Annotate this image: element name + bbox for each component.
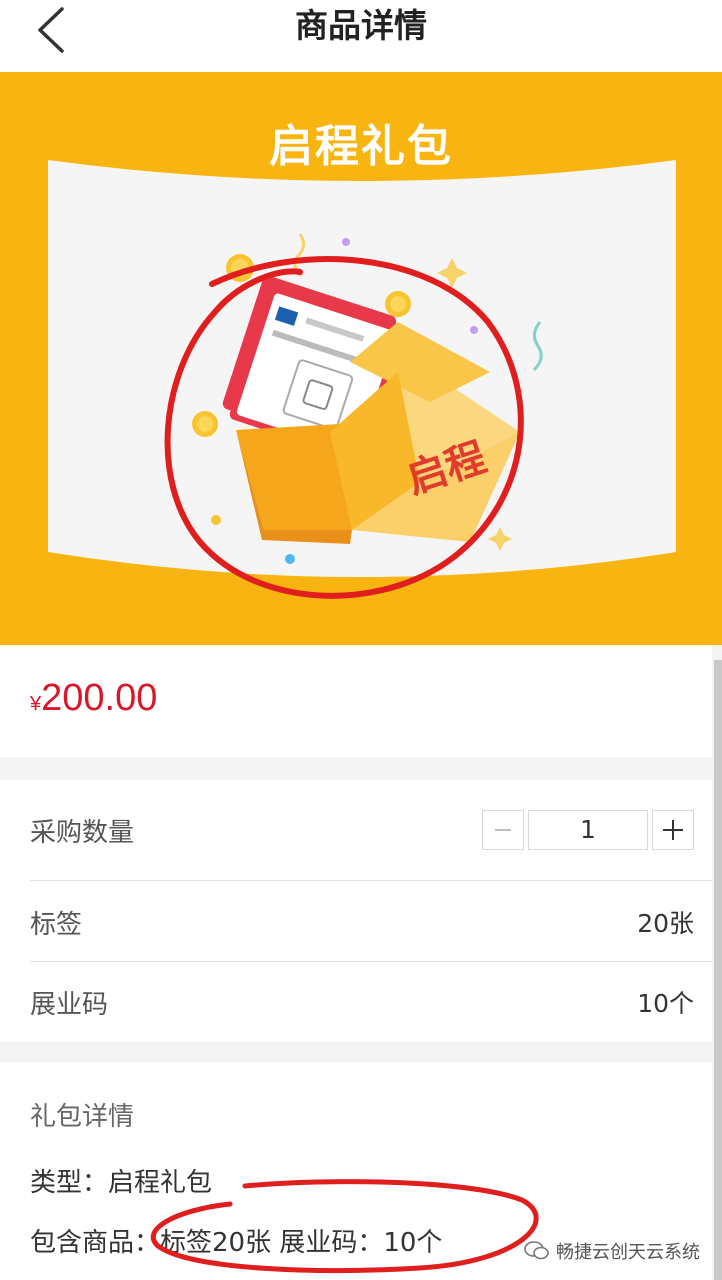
back-button[interactable] bbox=[20, 0, 80, 60]
scrollbar[interactable] bbox=[714, 660, 722, 1280]
code-row: 展业码 10个 bbox=[30, 962, 694, 1042]
banner-title: 启程礼包 bbox=[269, 121, 453, 172]
watermark: 畅捷云创天云系统 bbox=[524, 1238, 700, 1264]
chevron-left-icon bbox=[38, 7, 64, 53]
decrease-button[interactable] bbox=[482, 810, 524, 850]
quantity-input[interactable]: 1 bbox=[528, 810, 648, 850]
quantity-stepper: 1 bbox=[482, 810, 694, 850]
tag-value: 20张 bbox=[637, 909, 694, 938]
detail-type: 类型：启程礼包 bbox=[30, 1168, 213, 1198]
quantity-row: 采购数量 1 bbox=[30, 790, 694, 870]
plus-icon bbox=[663, 820, 683, 840]
code-value: 10个 bbox=[637, 989, 694, 1018]
detail-contents: 包含商品：标签20张 展业码：10个 bbox=[30, 1228, 443, 1258]
product-banner: 启程 启程礼包 bbox=[0, 72, 722, 645]
wechat-icon bbox=[524, 1241, 549, 1260]
purchase-options: 采购数量 1 标签 20张 展业码 10个 bbox=[0, 780, 712, 1042]
minus-icon bbox=[495, 829, 511, 831]
price-amount: 200.00 bbox=[41, 677, 158, 719]
tag-row: 标签 20张 bbox=[30, 882, 694, 962]
top-bar: 商品详情 bbox=[0, 0, 722, 72]
price-section: ¥200.00 bbox=[0, 645, 712, 757]
currency-symbol: ¥ bbox=[30, 693, 42, 715]
watermark-text: 畅捷云创天云系统 bbox=[556, 1242, 700, 1263]
tag-label: 标签 bbox=[30, 909, 83, 940]
increase-button[interactable] bbox=[652, 810, 694, 850]
details-title: 礼包详情 bbox=[30, 1102, 135, 1132]
quantity-label: 采购数量 bbox=[30, 817, 135, 848]
divider bbox=[30, 880, 712, 881]
code-label: 展业码 bbox=[30, 989, 109, 1020]
product-price: ¥200.00 bbox=[30, 677, 157, 720]
page-title: 商品详情 bbox=[295, 6, 427, 45]
